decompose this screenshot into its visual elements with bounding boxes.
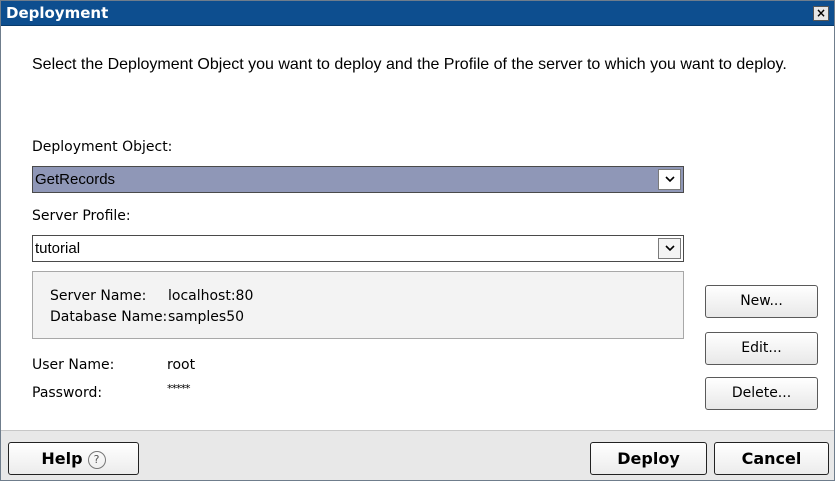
server-info-panel: Server Name: localhost:80 Database Name:…: [32, 271, 684, 339]
dropdown-arrow-button[interactable]: [658, 238, 681, 259]
close-icon: ×: [815, 6, 827, 20]
chevron-down-icon: [665, 245, 675, 252]
button-bar: Help? Deploy Cancel: [1, 430, 834, 480]
server-profile-value: tutorial: [35, 240, 81, 257]
new-profile-button[interactable]: New...: [705, 285, 818, 318]
password-value: *****: [167, 382, 190, 395]
database-name-label: Database Name:: [50, 309, 168, 325]
user-name-value: root: [167, 357, 196, 373]
instructions-text: Select the Deployment Object you want to…: [32, 56, 787, 73]
dropdown-arrow-button[interactable]: [658, 169, 681, 190]
delete-profile-button[interactable]: Delete...: [705, 377, 818, 410]
edit-profile-button[interactable]: Edit...: [705, 332, 818, 365]
help-button-label: Help: [41, 449, 83, 468]
close-button[interactable]: ×: [813, 6, 829, 21]
deployment-object-label: Deployment Object:: [32, 139, 173, 155]
database-name-value: samples50: [168, 309, 245, 325]
help-icon: ?: [87, 451, 106, 469]
deployment-dialog: Deployment × Select the Deployment Objec…: [0, 0, 835, 481]
title-bar: Deployment ×: [1, 1, 834, 26]
help-button[interactable]: Help?: [8, 442, 139, 475]
chevron-down-icon: [665, 176, 675, 183]
server-name-label: Server Name:: [50, 288, 147, 304]
server-profile-label: Server Profile:: [32, 208, 131, 224]
window-title: Deployment: [6, 4, 109, 22]
deployment-object-value: GetRecords: [35, 171, 116, 188]
server-name-value: localhost:80: [168, 288, 254, 304]
user-name-label: User Name:: [32, 357, 115, 373]
cancel-button[interactable]: Cancel: [714, 442, 829, 475]
server-profile-select[interactable]: tutorial: [32, 235, 684, 262]
deploy-button[interactable]: Deploy: [590, 442, 707, 475]
password-label: Password:: [32, 385, 103, 401]
deployment-object-select[interactable]: GetRecords: [32, 166, 684, 193]
